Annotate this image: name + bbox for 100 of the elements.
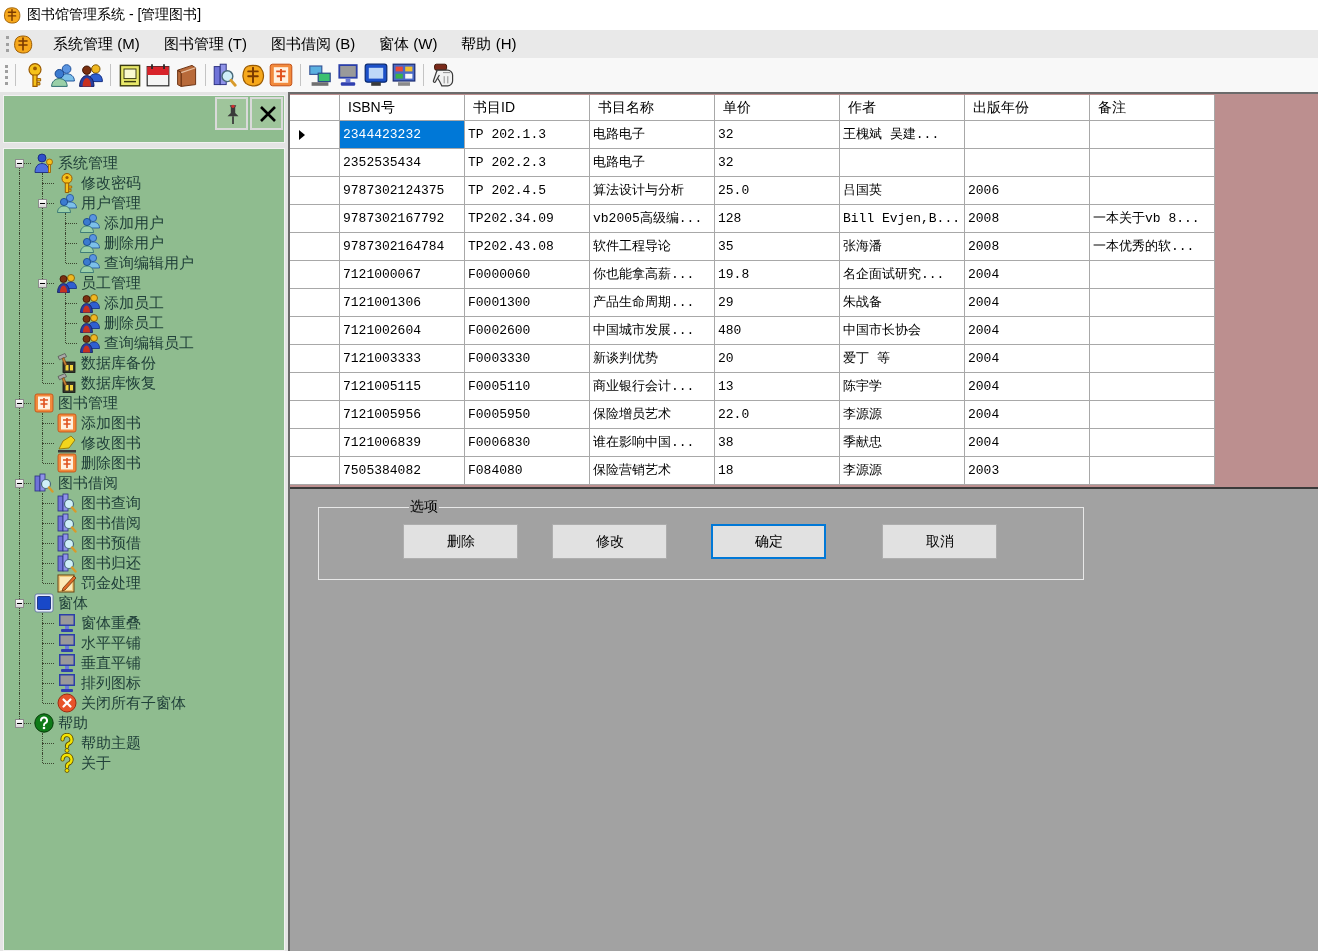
tree-item[interactable]: 删除员工 xyxy=(104,313,164,333)
people-icon[interactable] xyxy=(79,63,103,87)
row-header-cell[interactable] xyxy=(290,233,340,261)
table-cell: 2003 xyxy=(965,457,1090,485)
tree-item[interactable]: 帮助主题 xyxy=(81,733,141,753)
tree-item[interactable]: 删除用户 xyxy=(104,233,164,253)
table-cell: 7121005115 xyxy=(340,373,465,401)
tree-item[interactable]: 图书借阅 xyxy=(58,473,118,493)
tree-item[interactable]: 员工管理 xyxy=(81,273,141,293)
box-icon[interactable] xyxy=(174,63,198,87)
action-button[interactable]: 删除 xyxy=(403,524,518,559)
table-cell: 软件工程导论 xyxy=(590,233,715,261)
tree-item[interactable]: 水平平铺 xyxy=(81,633,141,653)
monitor-icon[interactable] xyxy=(336,63,360,87)
tree-item[interactable]: 图书预借 xyxy=(81,533,141,553)
book-search-icon[interactable] xyxy=(213,63,237,87)
tree-item[interactable]: 添加用户 xyxy=(104,213,164,233)
tree-item[interactable]: 添加图书 xyxy=(81,413,141,433)
pin-button[interactable] xyxy=(215,97,248,130)
column-header[interactable]: 备注 xyxy=(1090,95,1215,121)
book-tile-icon[interactable] xyxy=(269,63,293,87)
tree-item[interactable]: 排列图标 xyxy=(81,673,141,693)
table-cell: 2008 xyxy=(965,205,1090,233)
table-cell: 产品生命周期... xyxy=(590,289,715,317)
tree-item[interactable]: 罚金处理 xyxy=(81,573,141,593)
column-header[interactable]: 出版年份 xyxy=(965,95,1090,121)
menu-grip[interactable] xyxy=(6,36,9,52)
notebook-icon[interactable] xyxy=(118,63,142,87)
table-cell: 李源源 xyxy=(840,457,965,485)
tree-item[interactable]: 垂直平铺 xyxy=(81,653,141,673)
row-header-cell[interactable] xyxy=(290,457,340,485)
logo-icon[interactable] xyxy=(13,34,33,54)
table-cell: vb2005高级编... xyxy=(590,205,715,233)
tree-item[interactable]: 关闭所有子窗体 xyxy=(81,693,186,713)
action-button[interactable]: 修改 xyxy=(552,524,667,559)
menu-item[interactable]: 系统管理 (M) xyxy=(41,31,152,57)
table-cell: 13 xyxy=(715,373,840,401)
row-header-cell[interactable] xyxy=(290,149,340,177)
tree-item[interactable]: 数据库备份 xyxy=(81,353,156,373)
action-button[interactable]: 确定 xyxy=(711,524,826,559)
row-header-cell[interactable] xyxy=(290,317,340,345)
display-icon[interactable] xyxy=(364,63,388,87)
tree-item[interactable]: 修改图书 xyxy=(81,433,141,453)
menu-item[interactable]: 图书管理 (T) xyxy=(151,31,259,57)
book-search-icon xyxy=(57,493,77,513)
tiled-monitor-icon[interactable] xyxy=(392,63,416,87)
tree-item[interactable]: 窗体 xyxy=(58,593,88,613)
tree-item[interactable]: 查询编辑员工 xyxy=(104,333,194,353)
table-cell: TP202.43.08 xyxy=(465,233,590,261)
computers-icon[interactable] xyxy=(308,63,332,87)
logo-icon[interactable] xyxy=(241,63,265,87)
expand-toggle[interactable] xyxy=(15,719,24,728)
tree-item[interactable]: 关于 xyxy=(81,753,111,773)
tree-item[interactable]: 窗体重叠 xyxy=(81,613,141,633)
action-button[interactable]: 取消 xyxy=(882,524,997,559)
column-header[interactable]: 单价 xyxy=(715,95,840,121)
calendar-icon[interactable] xyxy=(146,63,170,87)
menu-item[interactable]: 帮助 (H) xyxy=(449,31,529,57)
monitor-icon xyxy=(57,633,77,653)
tree-item[interactable]: 删除图书 xyxy=(81,453,141,473)
tree-item[interactable]: 查询编辑用户 xyxy=(104,253,194,273)
close-icon xyxy=(258,103,278,124)
expand-toggle[interactable] xyxy=(38,279,47,288)
tree-item[interactable]: 帮助 xyxy=(58,713,88,733)
tree-item[interactable]: 修改密码 xyxy=(81,173,141,193)
tree-item[interactable]: 图书查询 xyxy=(81,493,141,513)
table-cell: 谁在影响中国... xyxy=(590,429,715,457)
column-header[interactable]: ISBN号 xyxy=(340,95,465,121)
expand-toggle[interactable] xyxy=(15,479,24,488)
menu-item[interactable]: 图书借阅 (B) xyxy=(259,31,368,57)
expand-toggle[interactable] xyxy=(15,159,24,168)
row-header-cell[interactable] xyxy=(290,205,340,233)
column-header[interactable]: 书目名称 xyxy=(590,95,715,121)
expand-toggle[interactable] xyxy=(38,199,47,208)
column-header[interactable]: 书目ID xyxy=(465,95,590,121)
column-header[interactable]: 作者 xyxy=(840,95,965,121)
row-header-cell[interactable] xyxy=(290,289,340,317)
tree-item[interactable]: 图书借阅 xyxy=(81,513,141,533)
row-header-cell[interactable] xyxy=(290,121,340,149)
tree-item[interactable]: 图书管理 xyxy=(58,393,118,413)
table-cell: 7121000067 xyxy=(340,261,465,289)
table-cell: 王槐斌 吴建... xyxy=(840,121,965,149)
users-icon[interactable] xyxy=(51,63,75,87)
row-header-cell[interactable] xyxy=(290,345,340,373)
row-header-cell[interactable] xyxy=(290,373,340,401)
row-header-cell[interactable] xyxy=(290,261,340,289)
menu-item[interactable]: 窗体 (W) xyxy=(367,31,450,57)
tree-item[interactable]: 添加员工 xyxy=(104,293,164,313)
expand-toggle[interactable] xyxy=(15,399,24,408)
tree-item[interactable]: 用户管理 xyxy=(81,193,141,213)
row-header-cell[interactable] xyxy=(290,177,340,205)
tree-item[interactable]: 数据库恢复 xyxy=(81,373,156,393)
row-header-cell[interactable] xyxy=(290,401,340,429)
close-button[interactable] xyxy=(250,97,283,130)
tree-item[interactable]: 系统管理 xyxy=(58,153,118,173)
tree-item[interactable]: 图书归还 xyxy=(81,553,141,573)
expand-toggle[interactable] xyxy=(15,599,24,608)
toolbar-grip[interactable] xyxy=(5,65,8,85)
row-header-cell[interactable] xyxy=(290,429,340,457)
hand-icon[interactable] xyxy=(431,63,455,87)
